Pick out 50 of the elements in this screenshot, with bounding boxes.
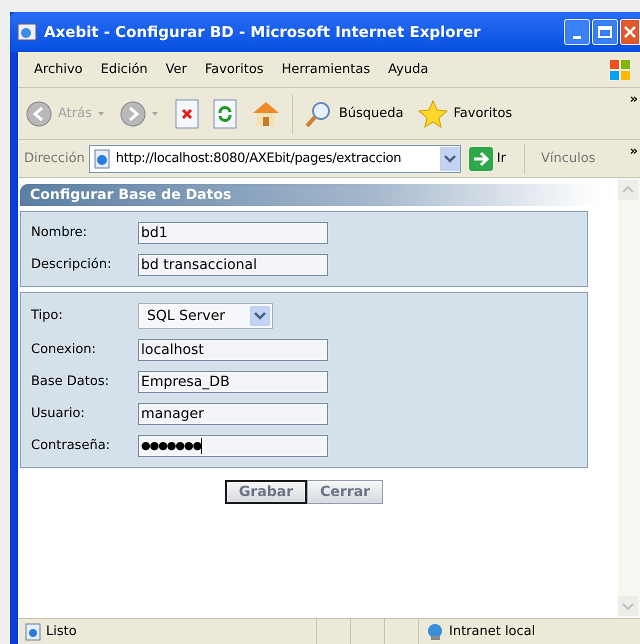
more-chevron[interactable]: » [630, 142, 638, 162]
forward-button[interactable] [120, 100, 146, 126]
page-icon [24, 622, 42, 640]
status-text: Listo [46, 622, 78, 641]
password-field[interactable]: ●●●●●●● [138, 435, 328, 457]
stop-icon[interactable] [174, 98, 200, 128]
dropdown-caret-icon[interactable] [152, 112, 158, 116]
input-field[interactable]: Empresa_DB [138, 371, 328, 393]
input-field[interactable]: bd1 [138, 222, 328, 244]
field-label: Usuario: [31, 405, 86, 424]
zone-text: Intranet local [449, 622, 536, 641]
window-title: Axebit - Configurar BD - Microsoft Internet Explorer [44, 22, 481, 43]
form-button[interactable]: Cerrar [307, 480, 384, 504]
field-label: Contraseña: [31, 437, 112, 456]
address-label: Dirección [24, 150, 85, 168]
field-label: Conexion: [31, 341, 97, 360]
close-icon [624, 26, 636, 38]
menu-item[interactable]: Ayuda [382, 60, 434, 80]
scrollbar[interactable] [618, 178, 640, 618]
page-icon [92, 148, 112, 168]
search-label[interactable]: Búsqueda [338, 104, 404, 124]
field-label: Tipo: [31, 307, 64, 326]
go-label[interactable]: Ir [496, 148, 506, 168]
input-field[interactable]: manager [138, 403, 328, 425]
form-button[interactable]: Grabar [224, 480, 308, 504]
menu-item[interactable]: Herramientas [276, 60, 376, 80]
field-label: Descripción: [31, 256, 112, 274]
browser-icon [16, 21, 38, 43]
input-field[interactable]: bd transaccional [138, 254, 328, 276]
dropdown-caret-icon[interactable] [98, 112, 104, 116]
menu-item[interactable]: Ver [160, 60, 193, 80]
links-label[interactable]: Vínculos [540, 148, 596, 168]
url-field[interactable]: http://localhost:8080/AXEbit/pages/extraccion [88, 144, 461, 172]
field-label: Base Datos: [31, 373, 110, 392]
refresh-icon[interactable] [212, 98, 238, 128]
type-select[interactable]: SQL Server [138, 303, 273, 329]
menu-item[interactable]: Archivo [28, 60, 89, 80]
star-icon[interactable] [418, 98, 448, 128]
network-globe-icon [425, 622, 445, 642]
field-label: Nombre: [31, 224, 88, 242]
back-button[interactable] [26, 100, 52, 126]
favorites-label[interactable]: Favoritos [454, 104, 512, 124]
minimize-button[interactable] [564, 19, 590, 45]
menu-item[interactable]: Favoritos [198, 60, 270, 80]
maximize-button[interactable] [592, 19, 618, 45]
input-field[interactable]: localhost [138, 339, 328, 361]
menu-item[interactable]: Edición [94, 60, 154, 80]
more-chevron[interactable]: » [630, 90, 638, 110]
windows-logo-icon [608, 58, 632, 82]
close-button[interactable] [620, 19, 640, 45]
